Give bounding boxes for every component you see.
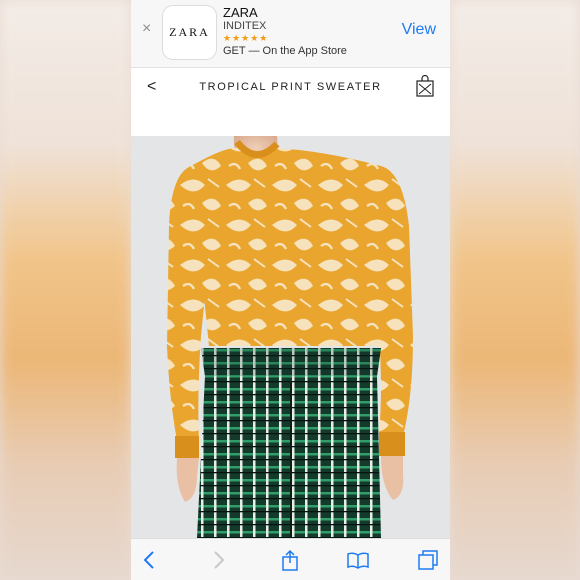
product-image[interactable] [131, 136, 450, 538]
model-photo [167, 136, 413, 538]
forward-icon[interactable] [207, 549, 229, 571]
get-app-store-text: GET — On the App Store [223, 45, 347, 57]
view-button[interactable]: View [402, 21, 436, 39]
share-icon[interactable] [279, 549, 301, 571]
rating-stars: ★★★★★ [223, 33, 269, 43]
bookmarks-icon[interactable] [347, 549, 369, 571]
app-icon[interactable]: ZARA [162, 5, 217, 60]
browser-toolbar [131, 538, 450, 580]
back-icon[interactable] [139, 549, 161, 571]
top-navigation: < TROPICAL PRINT SWEATER [131, 68, 450, 108]
shopping-bag-icon[interactable] [415, 75, 435, 97]
close-icon[interactable]: × [142, 20, 151, 38]
app-icon-logo: ZARA [169, 25, 210, 39]
app-name: ZARA [223, 5, 258, 20]
page-title: TROPICAL PRINT SWEATER [199, 81, 382, 93]
blurred-backdrop-right [450, 0, 580, 580]
app-developer: INDITEX [223, 20, 267, 32]
blurred-backdrop-left [0, 0, 131, 580]
phone-screen: × ZARA ZARA INDITEX ★★★★★ GET — On the A… [131, 0, 450, 580]
tabs-icon[interactable] [417, 549, 439, 571]
app-store-banner: × ZARA ZARA INDITEX ★★★★★ GET — On the A… [131, 0, 450, 68]
